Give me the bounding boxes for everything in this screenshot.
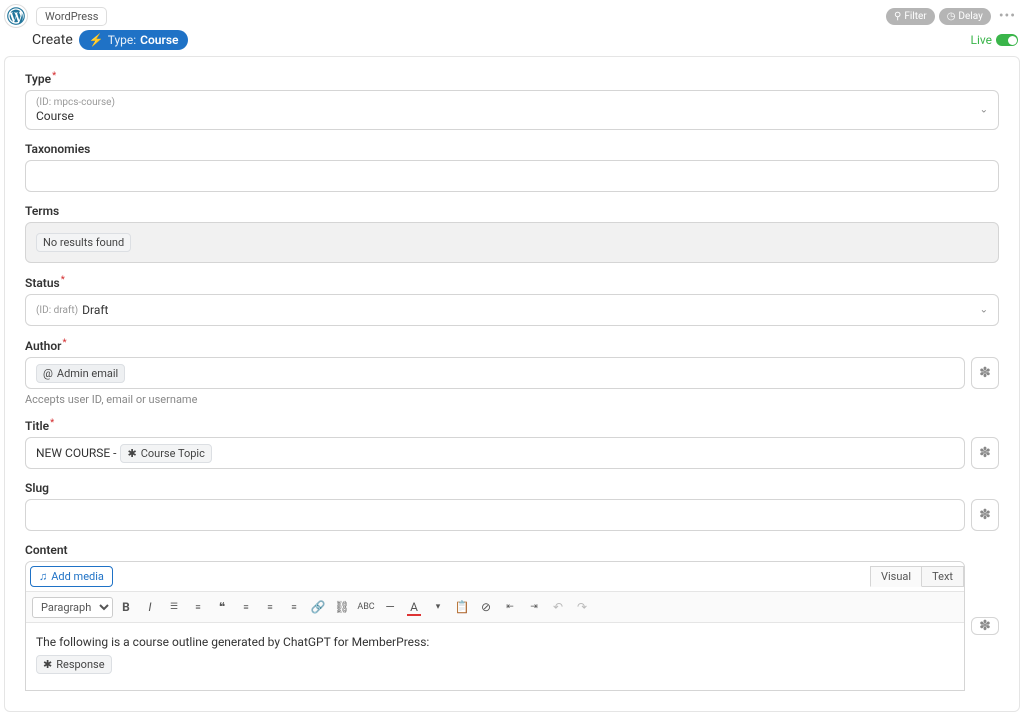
type-label: Type: [25, 71, 999, 86]
author-chip[interactable]: @ Admin email: [36, 364, 125, 383]
author-helper: Accepts user ID, email or username: [25, 393, 999, 406]
hr-icon[interactable]: —: [379, 596, 401, 618]
content-asterisk-button[interactable]: ✽: [971, 617, 999, 635]
at-icon: @: [43, 367, 53, 380]
slug-input[interactable]: [25, 499, 965, 531]
content-label: Content: [25, 543, 999, 557]
content-editor: ♫ Add media Visual Text Paragraph B I ☰ …: [25, 561, 965, 691]
quote-icon[interactable]: ❝: [211, 596, 233, 618]
title-input[interactable]: NEW COURSE - ✱ Course Topic: [25, 437, 965, 469]
chevron-down-icon: ⌄: [980, 305, 988, 316]
wordpress-icon: [7, 7, 25, 25]
text-color-icon[interactable]: A: [403, 596, 425, 618]
italic-icon[interactable]: I: [139, 596, 161, 618]
align-center-icon[interactable]: ≡: [259, 596, 281, 618]
delay-button[interactable]: ◷ Delay: [939, 8, 991, 25]
indent-icon[interactable]: ⇥: [523, 596, 545, 618]
slug-label: Slug: [25, 481, 999, 495]
bolt-icon: ⚡: [89, 33, 104, 47]
align-right-icon[interactable]: ≡: [283, 596, 305, 618]
terms-box: No results found: [25, 222, 999, 263]
editor-body[interactable]: The following is a course outline genera…: [26, 623, 964, 690]
live-label: Live: [971, 33, 992, 47]
status-select[interactable]: (ID: draft) Draft ⌄: [25, 294, 999, 326]
content-text: The following is a course outline genera…: [36, 635, 954, 649]
title-asterisk-button[interactable]: ✽: [971, 437, 999, 469]
integration-badge: WordPress: [36, 7, 107, 26]
strike-icon[interactable]: ABC: [355, 596, 377, 618]
redo-icon[interactable]: ↷: [571, 596, 593, 618]
clear-format-icon[interactable]: ⊘: [475, 596, 497, 618]
number-list-icon[interactable]: ≡: [187, 596, 209, 618]
wordpress-logo: [4, 4, 28, 28]
paste-icon[interactable]: 📋: [451, 596, 473, 618]
link-icon[interactable]: 🔗: [307, 596, 329, 618]
editor-toolbar: Paragraph B I ☰ ≡ ❝ ≡ ≡ ≡ 🔗 ⛓ ABC — A ▾ …: [26, 592, 964, 623]
type-select[interactable]: (ID: mpcs-course) Course ⌄: [25, 90, 999, 130]
taxonomies-input[interactable]: [25, 160, 999, 192]
clock-icon: ◷: [947, 11, 956, 22]
format-select[interactable]: Paragraph: [32, 597, 113, 618]
terms-label: Terms: [25, 204, 999, 218]
status-label: Status: [25, 275, 999, 290]
title-variable-chip[interactable]: ✱ Course Topic: [120, 444, 211, 463]
bullet-list-icon[interactable]: ☰: [163, 596, 185, 618]
slug-asterisk-button[interactable]: ✽: [971, 499, 999, 531]
align-left-icon[interactable]: ≡: [235, 596, 257, 618]
live-toggle[interactable]: [996, 34, 1018, 46]
author-asterisk-button[interactable]: ✽: [971, 357, 999, 389]
chevron-down-icon: ⌄: [980, 105, 988, 116]
filter-icon: ⚲: [894, 11, 901, 22]
undo-icon[interactable]: ↶: [547, 596, 569, 618]
filter-button[interactable]: ⚲ Filter: [886, 8, 935, 25]
taxonomies-label: Taxonomies: [25, 142, 999, 156]
unlink-icon[interactable]: ⛓: [331, 596, 353, 618]
page-title: Create: [32, 32, 73, 48]
author-input[interactable]: @ Admin email: [25, 357, 965, 389]
author-label: Author: [25, 338, 999, 353]
text-color-dropdown-icon[interactable]: ▾: [427, 596, 449, 618]
title-label: Title: [25, 418, 999, 433]
no-results-chip: No results found: [36, 233, 131, 252]
more-menu[interactable]: •••: [995, 8, 1020, 24]
form-panel: Type (ID: mpcs-course) Course ⌄ Taxonomi…: [4, 56, 1020, 712]
outdent-icon[interactable]: ⇤: [499, 596, 521, 618]
variable-icon: ✱: [127, 447, 136, 460]
variable-icon: ✱: [43, 658, 52, 671]
bold-icon[interactable]: B: [115, 596, 137, 618]
response-chip[interactable]: ✱ Response: [36, 655, 112, 674]
type-chip[interactable]: ⚡ Type: Course: [79, 30, 189, 50]
